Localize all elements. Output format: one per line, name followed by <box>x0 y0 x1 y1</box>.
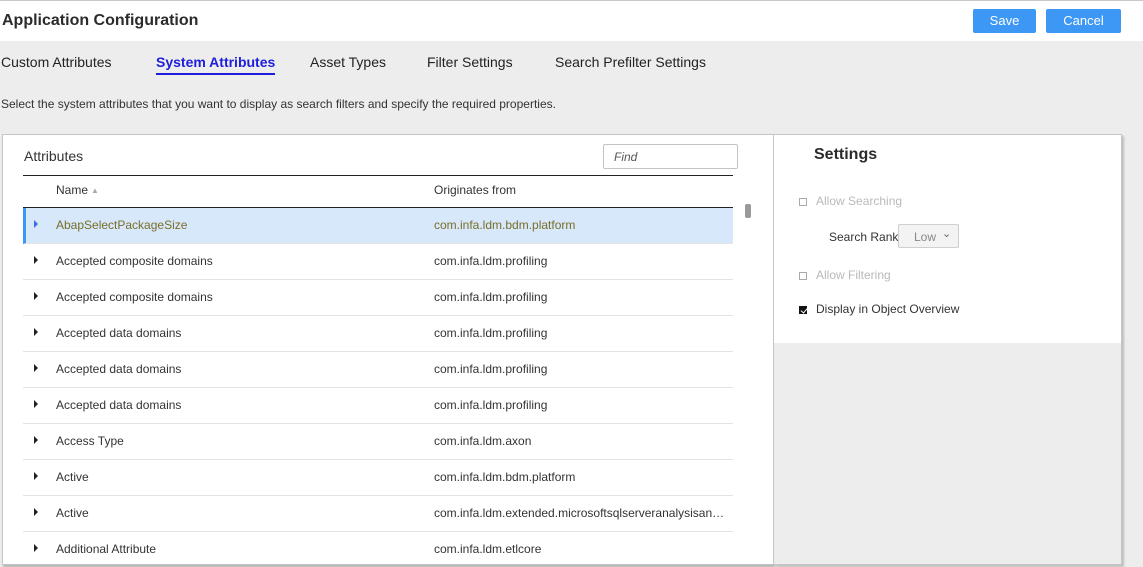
attribute-name: AbapSelectPackageSize <box>56 218 188 232</box>
column-header-origin[interactable]: Originates from <box>434 183 516 197</box>
column-name-label: Name <box>56 183 89 197</box>
attribute-name: Active <box>56 470 89 484</box>
display-in-overview-label: Display in Object Overview <box>816 302 960 316</box>
allow-filtering-label: Allow Filtering <box>816 268 891 282</box>
attribute-origin: com.infa.ldm.bdm.platform <box>434 470 576 484</box>
table-row[interactable]: Accepted data domains com.infa.ldm.profil… <box>23 388 733 424</box>
attribute-origin: com.infa.ldm.profiling <box>434 254 548 268</box>
find-input[interactable] <box>603 144 738 169</box>
attribute-origin: com.infa.ldm.profiling <box>434 326 548 340</box>
attribute-origin: com.infa.ldm.profiling <box>434 398 548 412</box>
tab-custom-attributes[interactable]: Custom Attributes <box>1 54 112 73</box>
expand-caret-icon[interactable] <box>34 364 38 372</box>
attribute-name: Accepted data domains <box>56 362 182 376</box>
display-in-overview-checkbox[interactable]: Display in Object Overview <box>799 302 959 316</box>
tab-system-attributes[interactable]: System Attributes <box>156 54 276 75</box>
table-header: Name ▲ Originates from <box>23 175 733 208</box>
expand-caret-icon[interactable] <box>34 220 38 228</box>
expand-caret-icon[interactable] <box>34 436 38 444</box>
checkbox-unchecked-icon <box>799 272 807 280</box>
search-rank-select[interactable]: Low ⌄ <box>898 224 959 248</box>
checkbox-checked-icon <box>799 306 807 314</box>
table-row[interactable]: Accepted composite domains com.infa.ldm.p… <box>23 280 733 316</box>
settings-content: Settings Allow Searching Search Rank Low… <box>774 135 1121 343</box>
attribute-origin: com.infa.ldm.profiling <box>434 290 548 304</box>
attributes-panel: Attributes Name▲ Originates from AbapSel… <box>2 134 774 565</box>
attribute-name: Additional Attribute <box>56 542 157 556</box>
table-row[interactable]: Access Type com.infa.ldm.axon <box>23 424 733 460</box>
expand-caret-icon[interactable] <box>34 256 38 264</box>
allow-filtering-checkbox[interactable]: Allow Filtering <box>799 268 891 282</box>
search-rank-label: Search Rank <box>829 230 899 244</box>
expand-caret-icon[interactable] <box>34 328 38 336</box>
table-row[interactable]: Active com.infa.ldm.extended.microsoftsql… <box>23 496 733 532</box>
page-description: Select the system attributes that you wa… <box>1 97 556 111</box>
table-row[interactable]: Accepted data domains com.infa.ldm.profil… <box>23 316 733 352</box>
table-row[interactable]: Active com.infa.ldm.bdm.platform <box>23 460 733 496</box>
expand-caret-icon[interactable] <box>34 508 38 516</box>
attribute-name: Accepted composite domains <box>56 290 213 304</box>
expand-caret-icon[interactable] <box>34 472 38 480</box>
cancel-button[interactable]: Cancel <box>1046 9 1121 33</box>
attributes-title: Attributes <box>24 148 84 164</box>
tab-filter-settings[interactable]: Filter Settings <box>427 54 513 73</box>
table-row[interactable]: Additional Attribute com.infa.ldm.etlcore <box>23 532 733 564</box>
search-rank-value: Low <box>914 230 937 244</box>
table-row[interactable]: Accepted composite domains com.infa.ldm.p… <box>23 244 733 280</box>
sort-ascending-icon: ▲ <box>91 186 99 195</box>
top-bar: Application Configuration Save Cancel <box>0 0 1143 41</box>
attribute-name: Accepted composite domains <box>56 254 213 268</box>
attribute-origin: com.infa.ldm.extended.microsoftsqlserver… <box>434 506 725 520</box>
attribute-name: Accepted data domains <box>56 398 182 412</box>
expand-caret-icon[interactable] <box>34 292 38 300</box>
column-header-name[interactable]: Name ▲ <box>56 183 99 197</box>
tab-search-prefilter-settings[interactable]: Search Prefilter Settings <box>555 54 706 73</box>
attribute-origin: com.infa.ldm.bdm.platform <box>434 218 576 232</box>
allow-searching-checkbox[interactable]: Allow Searching <box>799 194 902 208</box>
settings-title: Settings <box>814 146 878 163</box>
chevron-down-icon: ⌄ <box>942 228 952 240</box>
scrollbar-thumb[interactable] <box>745 204 751 218</box>
attributes-table: Name ▲ Originates from AbapSelectPackageS… <box>23 175 733 564</box>
attribute-name: Active <box>56 506 89 520</box>
page-title: Application Configuration <box>2 12 199 29</box>
expand-caret-icon[interactable] <box>34 544 38 552</box>
table-row[interactable]: AbapSelectPackageSize com.infa.ldm.bdm.pl… <box>23 208 733 244</box>
attribute-name: Accepted data domains <box>56 326 182 340</box>
attribute-origin: com.infa.ldm.etlcore <box>434 542 542 556</box>
attribute-name: Access Type <box>56 434 124 448</box>
table-body: AbapSelectPackageSize com.infa.ldm.bdm.pl… <box>23 208 733 564</box>
save-button[interactable]: Save <box>973 9 1036 33</box>
attribute-origin: com.infa.ldm.axon <box>434 434 532 448</box>
expand-caret-icon[interactable] <box>34 400 38 408</box>
checkbox-unchecked-icon <box>799 198 807 206</box>
settings-panel: Settings Allow Searching Search Rank Low… <box>774 134 1122 565</box>
table-row[interactable]: Accepted data domains com.infa.ldm.profil… <box>23 352 733 388</box>
allow-searching-label: Allow Searching <box>816 194 903 208</box>
tab-asset-types[interactable]: Asset Types <box>310 54 386 73</box>
attribute-origin: com.infa.ldm.profiling <box>434 362 548 376</box>
